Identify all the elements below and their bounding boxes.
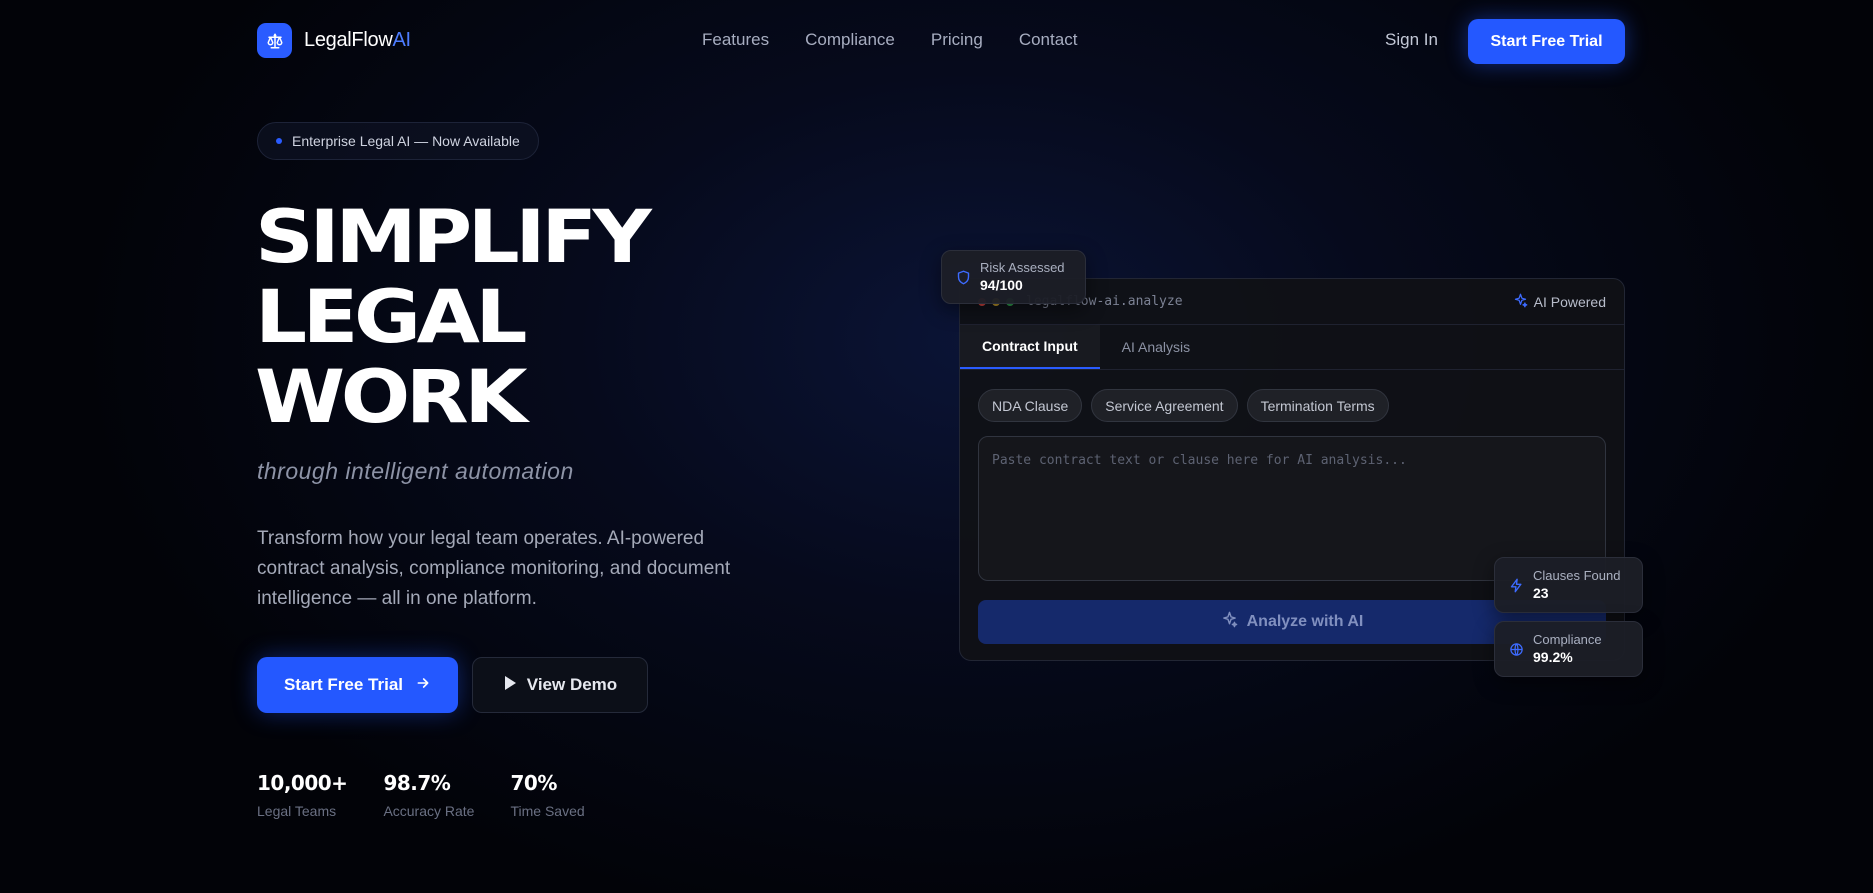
start-free-trial-label: Start Free Trial [283, 675, 404, 694]
clauses-value: 23 [1533, 585, 1549, 601]
nav-link-contact[interactable]: Contact [1019, 30, 1078, 50]
sample-chips: NDA Clause Service Agreement Termination… [960, 370, 1624, 422]
shield-icon [956, 270, 971, 285]
compliance-label: Compliance [1533, 632, 1602, 647]
bolt-icon [1509, 578, 1524, 593]
risk-value: 94/100 [980, 277, 1023, 293]
stat-label: Time Saved [510, 803, 585, 819]
stat-item: 10,000+ Legal Teams [257, 771, 348, 819]
logo-text: LegalFlowAI [304, 29, 411, 51]
ai-powered-label: AI Powered [1533, 294, 1606, 310]
ai-powered-badge: AI Powered [1513, 293, 1606, 311]
sparkle-icon [1513, 293, 1528, 311]
globe-icon [1509, 642, 1524, 657]
badge-text: Enterprise Legal AI — Now Available [292, 133, 520, 149]
tab-ai-analysis[interactable]: AI Analysis [1100, 325, 1212, 369]
announcement-badge: Enterprise Legal AI — Now Available [257, 122, 539, 160]
badge-dot [276, 138, 282, 144]
chip-termination-terms[interactable]: Termination Terms [1246, 389, 1389, 422]
stat-value: 70% [510, 771, 557, 795]
nav-link-pricing[interactable]: Pricing [931, 30, 983, 50]
clauses-label: Clauses Found [1533, 568, 1621, 583]
stat-value: 10,000+ [257, 771, 348, 795]
hero-description: Transform how your legal team operates. … [257, 528, 731, 609]
stat-value: 98.7% [383, 771, 451, 795]
tab-contract-input[interactable]: Contract Input [960, 325, 1100, 369]
arrow-right-icon [415, 675, 431, 696]
headline-line-1: SIMPLIFY [255, 195, 652, 280]
top-nav: LegalFlowAI Features Compliance Pricing … [0, 0, 1873, 82]
hero-headline: SIMPLIFY LEGAL WORK [255, 195, 652, 440]
sign-in-link[interactable]: Sign In [1385, 30, 1438, 50]
chip-nda-clause[interactable]: NDA Clause [978, 389, 1083, 422]
compliance-value: 99.2% [1533, 649, 1573, 665]
compliance-card: Compliance 99.2% [1494, 621, 1643, 677]
nav-start-trial-button[interactable]: Start Free Trial [1468, 19, 1625, 64]
view-demo-button[interactable]: View Demo [472, 657, 648, 713]
stat-label: Accuracy Rate [383, 803, 475, 819]
nav-links: Features Compliance Pricing Contact [702, 30, 1077, 50]
risk-label: Risk Assessed [980, 260, 1065, 275]
hero-subhead: through intelligent automation [257, 458, 574, 484]
chip-service-agreement[interactable]: Service Agreement [1091, 389, 1238, 422]
headline-line-3: WORK [255, 355, 528, 440]
logo[interactable]: LegalFlowAI [257, 23, 411, 58]
logo-accent: AI [392, 29, 411, 51]
analyze-label: Analyze with AI [1246, 613, 1364, 630]
start-free-trial-button[interactable]: Start Free Trial [257, 657, 458, 713]
headline-line-2: LEGAL [255, 275, 528, 360]
stat-item: 70% Time Saved [510, 771, 584, 819]
sparkle-icon [1221, 611, 1238, 633]
play-icon [503, 675, 517, 696]
stat-item: 98.7% Accuracy Rate [383, 771, 474, 819]
risk-assessed-card: Risk Assessed 94/100 [941, 250, 1086, 304]
clauses-found-card: Clauses Found 23 [1494, 557, 1643, 613]
view-demo-label: View Demo [526, 675, 618, 694]
panel-tabs: Contract Input AI Analysis [960, 325, 1624, 370]
scales-icon [257, 23, 292, 58]
stats-row: 10,000+ Legal Teams 98.7% Accuracy Rate … [257, 771, 621, 819]
stat-label: Legal Teams [257, 803, 337, 819]
nav-link-features[interactable]: Features [702, 30, 769, 50]
nav-link-compliance[interactable]: Compliance [805, 30, 895, 50]
